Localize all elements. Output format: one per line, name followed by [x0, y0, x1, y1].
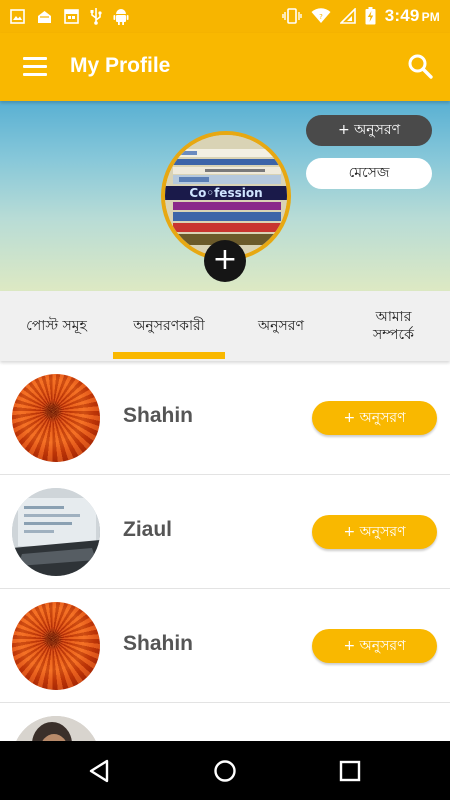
status-bar: ? 3:49 PM: [0, 0, 450, 33]
avatar: [12, 488, 100, 576]
avatar: [12, 602, 100, 690]
search-icon[interactable]: [404, 50, 438, 84]
tab-followers[interactable]: অনুসরণকারী: [113, 291, 225, 361]
list-item[interactable]: Ziaul + অনুসরণ: [0, 475, 450, 589]
battery-charging-icon: [365, 7, 376, 25]
profile-avatar-image: Co◦fession: [165, 135, 287, 257]
mail-icon: [38, 10, 51, 23]
svg-text:Co◦fession: Co◦fession: [189, 186, 262, 200]
add-photo-button[interactable]: +: [204, 240, 246, 282]
home-icon[interactable]: [207, 753, 243, 789]
follow-button[interactable]: + অনুসরণ: [312, 401, 437, 435]
recents-icon[interactable]: [332, 753, 368, 789]
android-icon: [113, 9, 129, 25]
status-system-icons: ? 3:49 PM: [282, 6, 440, 26]
status-time-value: 3:49: [384, 6, 420, 25]
profile-screen: ? 3:49 PM My Profile Co◦fession + + অনুস…: [0, 0, 450, 800]
status-time: 3:49 PM: [385, 6, 440, 26]
avatar: [12, 716, 100, 741]
follower-list: Shahin + অনুসরণ Ziaul + অনুসরণ Shahin + …: [0, 361, 450, 741]
system-nav-bar: [0, 741, 450, 800]
page-title: My Profile: [70, 54, 171, 77]
status-notification-icons: [10, 6, 129, 26]
follower-name: Shahin: [123, 404, 194, 427]
list-item[interactable]: [0, 703, 450, 741]
tab-about-me[interactable]: আমার সম্পর্কে: [337, 291, 450, 361]
active-tab-indicator: [113, 352, 225, 359]
list-item[interactable]: Shahin + অনুসরণ: [0, 589, 450, 703]
profile-tabs: পোস্ট সমূহ অনুসরণকারী অনুসরণ আমার সম্পর্…: [0, 291, 450, 361]
follow-button[interactable]: + অনুসরণ: [312, 515, 437, 549]
follower-name: Shahin: [123, 632, 194, 655]
follower-name: Ziaul: [123, 518, 173, 541]
hamburger-menu-icon[interactable]: [16, 49, 56, 85]
svg-text:?: ?: [319, 13, 323, 21]
wifi-icon: ?: [311, 8, 331, 23]
follow-button[interactable]: + অনুসরণ: [312, 629, 437, 663]
tab-posts[interactable]: পোস্ট সমূহ: [0, 291, 113, 361]
back-icon[interactable]: [82, 753, 118, 789]
signal-icon: [339, 8, 356, 24]
profile-header: Co◦fession + + অনুসরণ মেসেজ: [0, 101, 450, 291]
usb-icon: [90, 8, 102, 25]
tab-following[interactable]: অনুসরণ: [225, 291, 337, 361]
message-button[interactable]: মেসেজ: [306, 158, 432, 189]
vibrate-icon: [282, 8, 302, 24]
gallery-icon: [10, 8, 25, 24]
list-item[interactable]: Shahin + অনুসরণ: [0, 361, 450, 475]
avatar: [12, 374, 100, 462]
calendar-icon: [64, 9, 79, 24]
status-ampm: PM: [421, 10, 440, 24]
follow-button[interactable]: + অনুসরণ: [306, 115, 432, 146]
app-bar: My Profile: [0, 33, 450, 101]
